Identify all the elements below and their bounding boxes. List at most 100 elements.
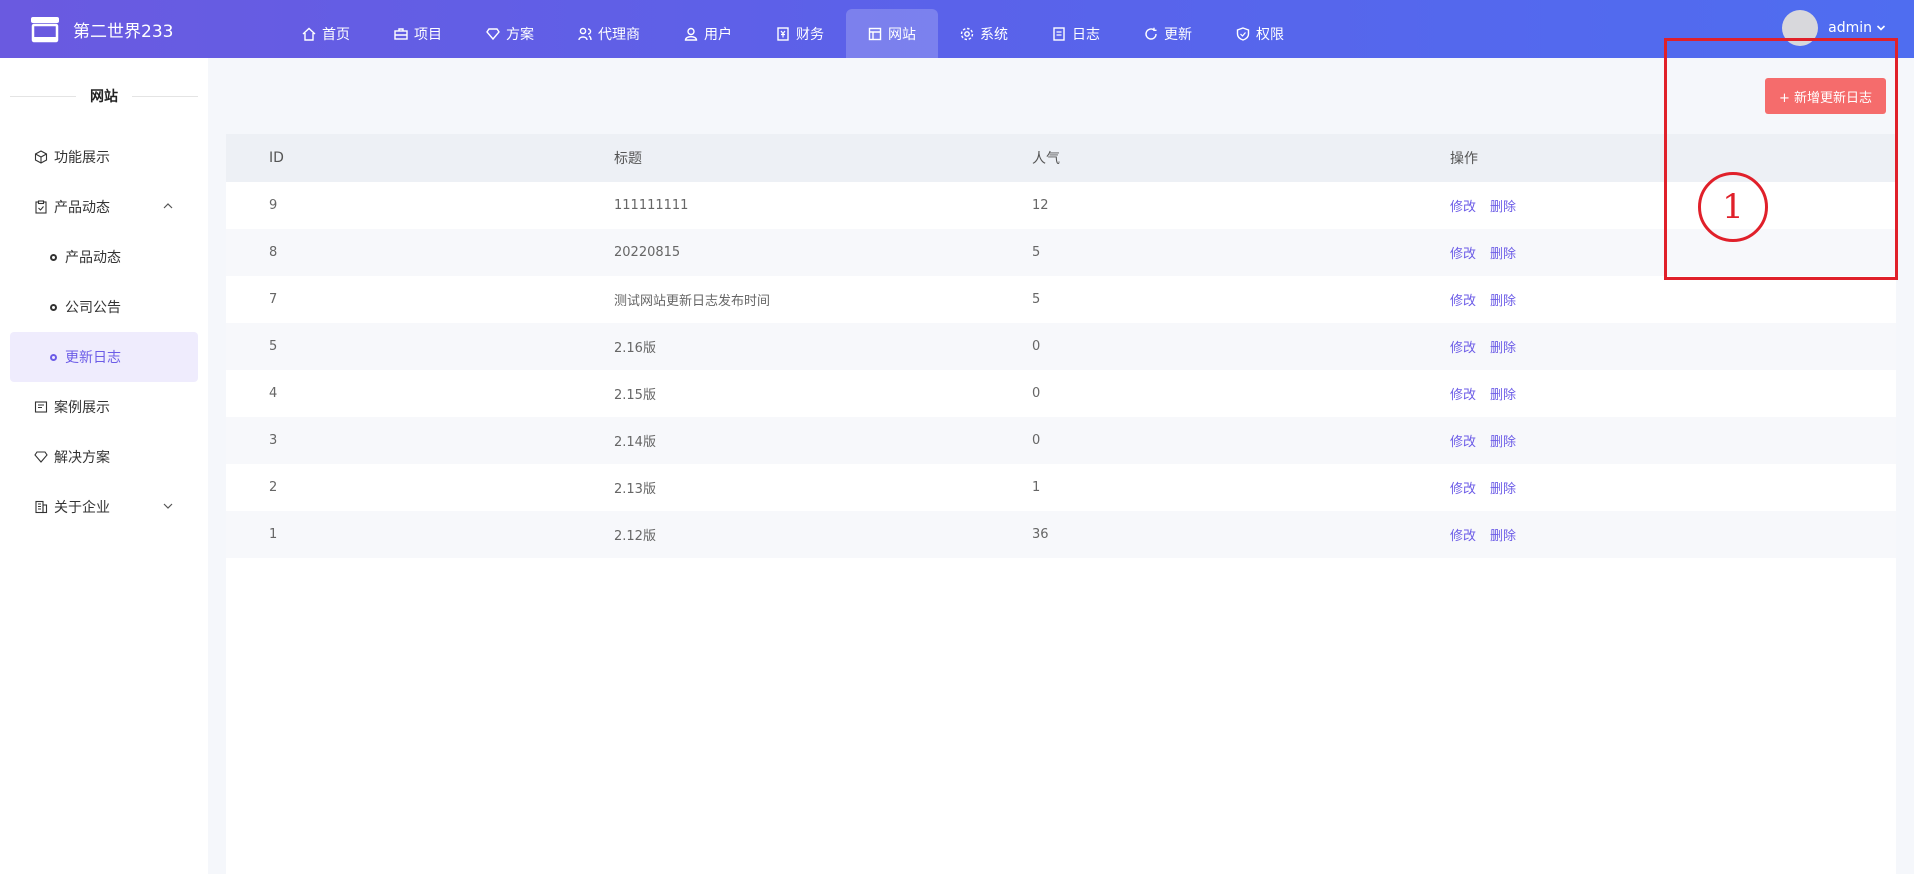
sidebar-item-label: 公司公告 (65, 300, 121, 316)
nav-label: 首页 (322, 26, 350, 43)
sidebar-title: 网站 (0, 86, 208, 106)
table-row[interactable]: 2 2.13版 1 修改 删除 (226, 464, 1896, 511)
nav-item-website[interactable]: 网站 (846, 9, 938, 58)
delete-link[interactable]: 删除 (1490, 200, 1516, 215)
gear-icon (960, 27, 974, 40)
nav-item-home[interactable]: 首页 (280, 9, 372, 58)
delete-link[interactable]: 删除 (1490, 388, 1516, 403)
cell-title: 111111111 (614, 182, 1032, 229)
case-icon (34, 401, 48, 413)
sidebar-group-about[interactable]: 关于企业 (0, 482, 208, 532)
cell-popularity: 12 (1032, 182, 1450, 229)
edit-link[interactable]: 修改 (1450, 294, 1476, 309)
edit-link[interactable]: 修改 (1450, 529, 1476, 544)
building-icon (35, 500, 48, 514)
sidebar-group-product-news[interactable]: 产品动态 (0, 182, 208, 232)
brand-name: 第二世界233 (73, 21, 174, 42)
nav-label: 网站 (888, 26, 916, 43)
main-nav: 首页 项目 方案 代理商 用户 财务 网站 系统 日志 更新 权限 (280, 9, 1306, 58)
edit-link[interactable]: 修改 (1450, 200, 1476, 215)
cell-actions: 修改 删除 (1450, 464, 1896, 511)
edit-link[interactable]: 修改 (1450, 247, 1476, 262)
refresh-icon (1145, 27, 1157, 40)
table-panel: ID 标题 人气 操作 9 111111111 12 修改 删除 8 20220815 5 修改… (226, 134, 1896, 874)
delete-link[interactable]: 删除 (1490, 341, 1516, 356)
table-row[interactable]: 4 2.15版 0 修改 删除 (226, 370, 1896, 417)
table-row[interactable]: 1 2.12版 36 修改 删除 (226, 511, 1896, 558)
nav-label: 方案 (506, 26, 534, 43)
nav-label: 代理商 (598, 26, 640, 43)
column-header-popularity[interactable]: 人气 (1032, 134, 1450, 182)
annotation-highlight-box (1664, 38, 1898, 280)
nav-item-system[interactable]: 系统 (938, 9, 1030, 58)
brand[interactable]: 第二世界233 (29, 14, 173, 44)
edit-link[interactable]: 修改 (1450, 482, 1476, 497)
bullet-icon (50, 303, 57, 311)
edit-link[interactable]: 修改 (1450, 435, 1476, 450)
nav-item-plans[interactable]: 方案 (464, 9, 556, 58)
nav-item-finance[interactable]: 财务 (754, 9, 846, 58)
briefcase-icon (394, 27, 408, 40)
finance-icon (777, 26, 789, 41)
cell-actions: 修改 删除 (1450, 417, 1896, 464)
nav-item-update[interactable]: 更新 (1122, 9, 1214, 58)
annotation-number-badge: 1 (1698, 172, 1768, 242)
chevron-up-icon (163, 203, 173, 209)
nav-label: 项目 (414, 26, 442, 43)
main-content: + 新增更新日志 ID 标题 人气 操作 9 111111111 12 修改 删除 8 20… (226, 58, 1896, 874)
cell-actions: 修改 删除 (1450, 323, 1896, 370)
delete-link[interactable]: 删除 (1490, 294, 1516, 309)
bullet-icon (50, 353, 57, 361)
home-icon (302, 27, 316, 41)
edit-link[interactable]: 修改 (1450, 341, 1476, 356)
sidebar-item-label: 功能展示 (54, 150, 110, 166)
clipboard-icon (35, 200, 47, 214)
sidebar-item-solutions[interactable]: 解决方案 (0, 432, 208, 482)
cell-popularity: 36 (1032, 511, 1450, 558)
sidebar-item-features[interactable]: 功能展示 (0, 132, 208, 182)
cell-title: 2.12版 (614, 511, 1032, 558)
table-row[interactable]: 9 111111111 12 修改 删除 (226, 182, 1896, 229)
nav-label: 权限 (1256, 26, 1284, 43)
delete-link[interactable]: 删除 (1490, 435, 1516, 450)
column-header-id[interactable]: ID (226, 134, 614, 182)
nav-item-logs[interactable]: 日志 (1030, 9, 1122, 58)
cell-title: 测试网站更新日志发布时间 (614, 276, 1032, 323)
cell-id: 1 (226, 511, 614, 558)
delete-link[interactable]: 删除 (1490, 247, 1516, 262)
shield-icon (1236, 26, 1250, 41)
table-row[interactable]: 3 2.14版 0 修改 删除 (226, 417, 1896, 464)
nav-item-users[interactable]: 用户 (662, 9, 754, 58)
nav-label: 系统 (980, 26, 1008, 43)
cell-id: 5 (226, 323, 614, 370)
nav-item-projects[interactable]: 项目 (372, 9, 464, 58)
sidebar-item-update-log[interactable]: 更新日志 (10, 332, 198, 382)
cell-popularity: 1 (1032, 464, 1450, 511)
top-navbar: 第二世界233 首页 项目 方案 代理商 用户 财务 网站 系统 日志 更新 权… (0, 0, 1914, 58)
sidebar-item-product-news[interactable]: 产品动态 (0, 232, 208, 282)
sidebar-item-cases[interactable]: 案例展示 (0, 382, 208, 432)
delete-link[interactable]: 删除 (1490, 482, 1516, 497)
table-row[interactable]: 5 2.16版 0 修改 删除 (226, 323, 1896, 370)
log-icon (1053, 26, 1065, 41)
table-row[interactable]: 7 测试网站更新日志发布时间 5 修改 删除 (226, 276, 1896, 323)
edit-link[interactable]: 修改 (1450, 388, 1476, 403)
sidebar-item-announcements[interactable]: 公司公告 (0, 282, 208, 332)
cell-title: 2.13版 (614, 464, 1032, 511)
column-header-title[interactable]: 标题 (614, 134, 1032, 182)
website-icon (868, 27, 882, 40)
bullet-icon (50, 253, 57, 261)
cell-title: 2.16版 (614, 323, 1032, 370)
users-icon (578, 27, 592, 40)
chevron-down-icon (1876, 25, 1886, 31)
cell-popularity: 0 (1032, 323, 1450, 370)
nav-item-agents[interactable]: 代理商 (556, 9, 662, 58)
nav-item-permission[interactable]: 权限 (1214, 9, 1306, 58)
delete-link[interactable]: 删除 (1490, 529, 1516, 544)
cell-title: 20220815 (614, 229, 1032, 276)
user-name: admin (1828, 20, 1872, 36)
cell-popularity: 0 (1032, 370, 1450, 417)
table-row[interactable]: 8 20220815 5 修改 删除 (226, 229, 1896, 276)
cell-id: 9 (226, 182, 614, 229)
cell-popularity: 5 (1032, 229, 1450, 276)
